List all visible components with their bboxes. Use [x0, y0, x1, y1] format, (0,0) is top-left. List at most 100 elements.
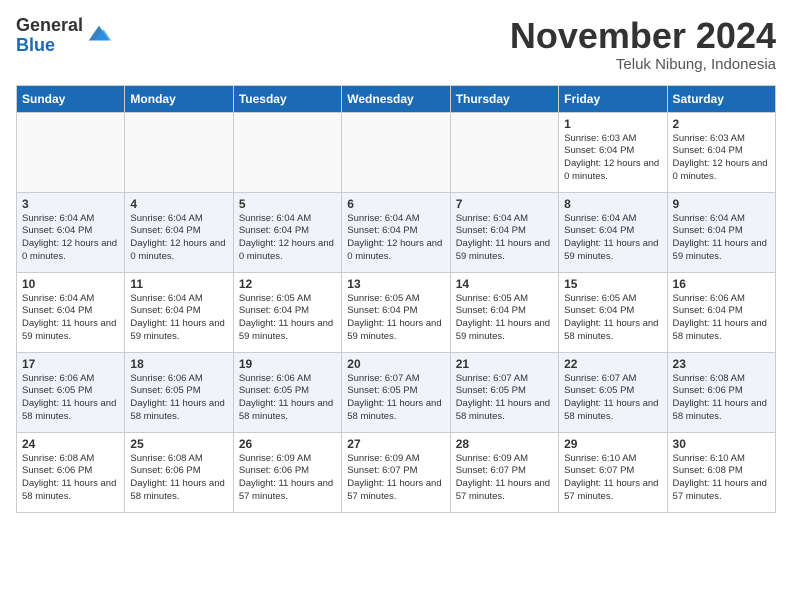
- day-info: Sunrise: 6:06 AM Sunset: 6:05 PM Dayligh…: [130, 373, 227, 424]
- day-info: Sunrise: 6:06 AM Sunset: 6:04 PM Dayligh…: [673, 293, 770, 344]
- calendar-week-row: 17 Sunrise: 6:06 AM Sunset: 6:05 PM Dayli…: [17, 352, 776, 432]
- day-number: 28: [456, 437, 553, 451]
- day-number: 24: [22, 437, 119, 451]
- calendar-cell: 22Sunrise: 6:07 AM Sunset: 6:05 PM Dayli…: [559, 352, 667, 432]
- calendar-cell: [233, 112, 341, 192]
- day-info: Sunrise: 6:05 AM Sunset: 6:04 PM Dayligh…: [239, 293, 336, 344]
- calendar-week-row: 3 Sunrise: 6:04 AM Sunset: 6:04 PM Daylig…: [17, 192, 776, 272]
- day-info: Sunrise: 6:06 AM Sunset: 6:05 PM Dayligh…: [22, 373, 119, 424]
- day-info: Sunrise: 6:04 AM Sunset: 6:04 PM Dayligh…: [456, 213, 553, 264]
- day-info: Sunrise: 6:07 AM Sunset: 6:05 PM Dayligh…: [347, 373, 444, 424]
- day-number: 16: [673, 277, 770, 291]
- calendar-cell: 5 Sunrise: 6:04 AM Sunset: 6:04 PM Daylig…: [233, 192, 341, 272]
- day-number: 14: [456, 277, 553, 291]
- calendar-cell: 21 Sunrise: 6:07 AM Sunset: 6:05 PM Dayli…: [450, 352, 558, 432]
- day-info: Sunrise: 6:05 AM Sunset: 6:04 PM Dayligh…: [456, 293, 553, 344]
- logo: General Blue: [16, 16, 113, 56]
- day-info: Sunrise: 6:09 AM Sunset: 6:07 PM Dayligh…: [456, 453, 553, 504]
- weekday-header-row: SundayMondayTuesdayWednesdayThursdayFrid…: [17, 85, 776, 112]
- page-header: General Blue November 2024 Teluk Nibung,…: [16, 16, 776, 73]
- day-info: Sunrise: 6:05 AM Sunset: 6:04 PM Dayligh…: [347, 293, 444, 344]
- calendar-cell: [125, 112, 233, 192]
- day-number: 2: [673, 117, 770, 131]
- day-info: Sunrise: 6:08 AM Sunset: 6:06 PM Dayligh…: [673, 373, 770, 424]
- calendar-cell: 30 Sunrise: 6:10 AM Sunset: 6:08 PM Dayli…: [667, 432, 775, 512]
- location: Teluk Nibung, Indonesia: [510, 56, 776, 73]
- day-number: 10: [22, 277, 119, 291]
- calendar-week-row: 10 Sunrise: 6:04 AM Sunset: 6:04 PM Dayli…: [17, 272, 776, 352]
- logo-general: General: [16, 15, 83, 35]
- calendar-cell: 6 Sunrise: 6:04 AM Sunset: 6:04 PM Daylig…: [342, 192, 450, 272]
- day-number: 5: [239, 197, 336, 211]
- day-number: 4: [130, 197, 227, 211]
- day-number: 23: [673, 357, 770, 371]
- day-info: Sunrise: 6:08 AM Sunset: 6:06 PM Dayligh…: [22, 453, 119, 504]
- calendar-week-row: 1 Sunrise: 6:03 AM Sunset: 6:04 PM Daylig…: [17, 112, 776, 192]
- day-number: 26: [239, 437, 336, 451]
- calendar-cell: 24 Sunrise: 6:08 AM Sunset: 6:06 PM Dayli…: [17, 432, 125, 512]
- calendar-cell: 29 Sunrise: 6:10 AM Sunset: 6:07 PM Dayli…: [559, 432, 667, 512]
- calendar-week-row: 24 Sunrise: 6:08 AM Sunset: 6:06 PM Dayli…: [17, 432, 776, 512]
- calendar-cell: 4 Sunrise: 6:04 AM Sunset: 6:04 PM Daylig…: [125, 192, 233, 272]
- weekday-header-sunday: Sunday: [17, 85, 125, 112]
- day-info: Sunrise: 6:10 AM Sunset: 6:07 PM Dayligh…: [564, 453, 661, 504]
- day-number: 8: [564, 197, 661, 211]
- calendar-cell: 18 Sunrise: 6:06 AM Sunset: 6:05 PM Dayli…: [125, 352, 233, 432]
- calendar-cell: [342, 112, 450, 192]
- weekday-header-wednesday: Wednesday: [342, 85, 450, 112]
- calendar-cell: [17, 112, 125, 192]
- day-info: Sunrise: 6:09 AM Sunset: 6:07 PM Dayligh…: [347, 453, 444, 504]
- day-number: 17: [22, 357, 119, 371]
- calendar-cell: 1 Sunrise: 6:03 AM Sunset: 6:04 PM Daylig…: [559, 112, 667, 192]
- calendar-cell: 9 Sunrise: 6:04 AM Sunset: 6:04 PM Daylig…: [667, 192, 775, 272]
- calendar-cell: 25Sunrise: 6:08 AM Sunset: 6:06 PM Dayli…: [125, 432, 233, 512]
- weekday-header-tuesday: Tuesday: [233, 85, 341, 112]
- day-info: Sunrise: 6:07 AM Sunset: 6:05 PM Dayligh…: [564, 373, 661, 424]
- day-info: Sunrise: 6:06 AM Sunset: 6:05 PM Dayligh…: [239, 373, 336, 424]
- calendar-cell: 17 Sunrise: 6:06 AM Sunset: 6:05 PM Dayli…: [17, 352, 125, 432]
- day-info: Sunrise: 6:04 AM Sunset: 6:04 PM Dayligh…: [673, 213, 770, 264]
- calendar-cell: 26 Sunrise: 6:09 AM Sunset: 6:06 PM Dayli…: [233, 432, 341, 512]
- day-number: 9: [673, 197, 770, 211]
- weekday-header-thursday: Thursday: [450, 85, 558, 112]
- calendar-cell: 7 Sunrise: 6:04 AM Sunset: 6:04 PM Daylig…: [450, 192, 558, 272]
- day-number: 18: [130, 357, 227, 371]
- day-info: Sunrise: 6:07 AM Sunset: 6:05 PM Dayligh…: [456, 373, 553, 424]
- calendar-cell: [450, 112, 558, 192]
- calendar-cell: 12Sunrise: 6:05 AM Sunset: 6:04 PM Dayli…: [233, 272, 341, 352]
- day-number: 3: [22, 197, 119, 211]
- day-info: Sunrise: 6:03 AM Sunset: 6:04 PM Dayligh…: [673, 133, 770, 184]
- calendar-cell: 11 Sunrise: 6:04 AM Sunset: 6:04 PM Dayli…: [125, 272, 233, 352]
- day-number: 1: [564, 117, 661, 131]
- day-number: 21: [456, 357, 553, 371]
- day-info: Sunrise: 6:04 AM Sunset: 6:04 PM Dayligh…: [130, 293, 227, 344]
- logo-icon: [85, 20, 113, 48]
- calendar-cell: 10Sunrise: 6:04 AM Sunset: 6:04 PM Dayli…: [17, 272, 125, 352]
- title-area: November 2024 Teluk Nibung, Indonesia: [510, 16, 776, 73]
- day-number: 11: [130, 277, 227, 291]
- day-info: Sunrise: 6:04 AM Sunset: 6:04 PM Dayligh…: [22, 213, 119, 264]
- calendar-cell: 19Sunrise: 6:06 AM Sunset: 6:05 PM Dayli…: [233, 352, 341, 432]
- day-info: Sunrise: 6:04 AM Sunset: 6:04 PM Dayligh…: [130, 213, 227, 264]
- day-number: 20: [347, 357, 444, 371]
- day-number: 13: [347, 277, 444, 291]
- day-info: Sunrise: 6:10 AM Sunset: 6:08 PM Dayligh…: [673, 453, 770, 504]
- day-info: Sunrise: 6:04 AM Sunset: 6:04 PM Dayligh…: [239, 213, 336, 264]
- calendar-cell: 2 Sunrise: 6:03 AM Sunset: 6:04 PM Daylig…: [667, 112, 775, 192]
- day-info: Sunrise: 6:05 AM Sunset: 6:04 PM Dayligh…: [564, 293, 661, 344]
- day-number: 6: [347, 197, 444, 211]
- weekday-header-saturday: Saturday: [667, 85, 775, 112]
- day-number: 30: [673, 437, 770, 451]
- day-info: Sunrise: 6:03 AM Sunset: 6:04 PM Dayligh…: [564, 133, 661, 184]
- day-number: 15: [564, 277, 661, 291]
- day-info: Sunrise: 6:08 AM Sunset: 6:06 PM Dayligh…: [130, 453, 227, 504]
- day-number: 7: [456, 197, 553, 211]
- calendar-cell: 20 Sunrise: 6:07 AM Sunset: 6:05 PM Dayli…: [342, 352, 450, 432]
- calendar-cell: 13 Sunrise: 6:05 AM Sunset: 6:04 PM Dayli…: [342, 272, 450, 352]
- day-info: Sunrise: 6:04 AM Sunset: 6:04 PM Dayligh…: [347, 213, 444, 264]
- calendar-cell: 27Sunrise: 6:09 AM Sunset: 6:07 PM Dayli…: [342, 432, 450, 512]
- calendar-cell: 16 Sunrise: 6:06 AM Sunset: 6:04 PM Dayli…: [667, 272, 775, 352]
- day-number: 29: [564, 437, 661, 451]
- day-info: Sunrise: 6:09 AM Sunset: 6:06 PM Dayligh…: [239, 453, 336, 504]
- day-info: Sunrise: 6:04 AM Sunset: 6:04 PM Dayligh…: [564, 213, 661, 264]
